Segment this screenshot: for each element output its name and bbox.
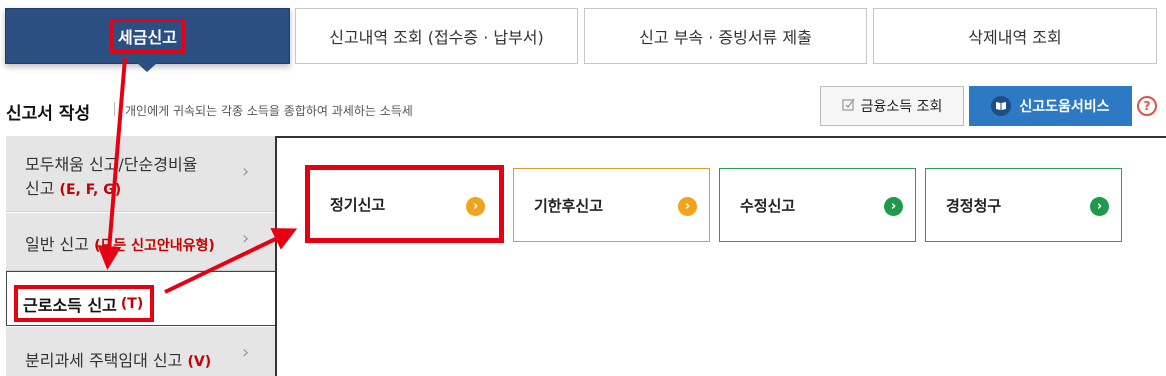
chevron-right-icon: › [242,342,250,363]
sidebar-item-label: 근로소득 신고 [23,295,117,315]
chevron-right-icon: › [242,161,250,182]
card-late-filing[interactable]: 기한후신고 › [513,168,710,242]
help-service-label: 신고도움서비스 [1019,99,1110,115]
arrow-right-icon: › [884,197,903,216]
arrow-right-icon: › [678,197,697,216]
card-regular-filing[interactable]: 정기신고 › [305,165,504,243]
sidebar-item-label: 모두채움 신고/단순경비율 [25,155,198,174]
sidebar-item-tag: (E, F, G) [59,182,122,198]
sidebar-item-rental[interactable]: 분리과세 주택임대 신고 (V) › [6,327,276,376]
financial-income-button[interactable]: 금융소득 조회 [820,86,964,126]
help-question-icon[interactable]: ? [1137,96,1157,116]
financial-income-label: 금융소득 조회 [860,99,943,115]
heading-divider [114,102,115,116]
help-service-button[interactable]: 신고도움서비스 [969,86,1132,126]
sidebar-item-label: 일반 신고 [25,235,89,254]
tab-attachment-submit[interactable]: 신고 부속 · 증빙서류 제출 [584,8,867,64]
sidebar-item-tag: (V) [187,354,212,370]
sidebar-item-general[interactable]: 일반 신고 (모든 신고안내유형) › [6,213,276,271]
top-tab-bar: 세금신고 신고내역 조회 (접수증 · 납부서) 신고 부속 · 증빙서류 제출… [0,0,1166,76]
tab-tax-filing-label: 세금신고 [110,19,185,53]
sidebar-item-tag: (모든 신고안내유형) [94,238,215,254]
tab-deleted-history[interactable]: 삭제내역 조회 [873,8,1157,64]
sidebar-item-prefilled[interactable]: 모두채움 신고/단순경비율 신고 (E, F, G) › [6,136,276,212]
card-refund-claim[interactable]: 경정청구 › [925,168,1122,242]
arrow-right-icon: › [466,197,485,216]
chevron-right-icon: › [242,228,250,249]
active-tab-caret [137,63,157,72]
page-description: 개인에게 귀속되는 각종 소득을 종합하여 과세하는 소득세 [125,104,413,118]
checkbox-edit-icon [842,98,855,115]
card-label: 정기신고 [330,195,386,214]
sidebar-item-label: 신고 [25,179,55,198]
sidebar-item-earned-income-highlight[interactable]: 근로소득 신고 (T) [14,285,154,322]
card-amended-filing[interactable]: 수정신고 › [719,168,916,242]
sidebar-item-tag: (T) [120,295,144,312]
arrow-right-icon: › [1090,197,1109,216]
page-title: 신고서 작성 [6,104,91,124]
sidebar-item-label: 분리과세 주택임대 신고 [25,351,183,370]
book-icon [991,96,1012,116]
tab-filing-history[interactable]: 신고내역 조회 (접수증 · 납부서) [295,8,578,64]
card-label: 경정청구 [946,196,1002,215]
card-label: 기한후신고 [534,196,604,215]
tab-tax-filing[interactable]: 세금신고 [5,8,290,64]
card-label: 수정신고 [740,196,796,215]
